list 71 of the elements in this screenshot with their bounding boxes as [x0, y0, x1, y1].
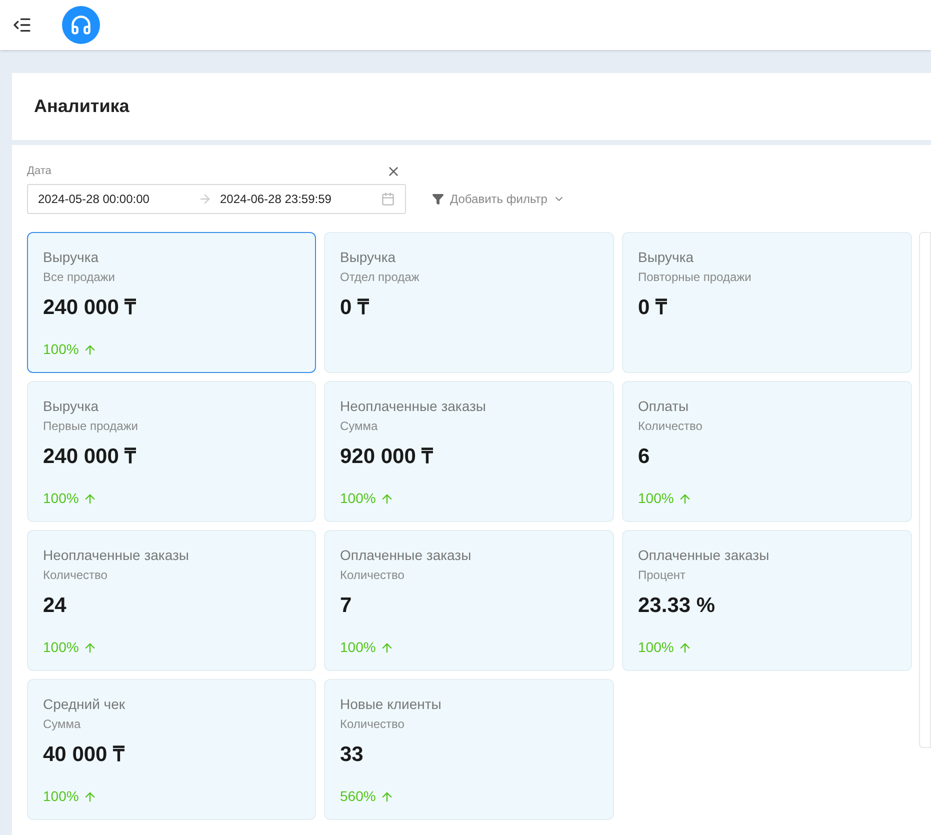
metric-card[interactable]: Выручка Отдел продаж 0 ₸	[324, 232, 614, 372]
card-value: 240 000 ₸	[43, 444, 137, 470]
card-title: Новые клиенты	[340, 694, 442, 712]
change-percent: 100%	[43, 340, 79, 359]
change-percent: 100%	[638, 489, 674, 508]
metric-card[interactable]: Новые клиенты Количество 33 560%	[324, 678, 614, 820]
up-arrow-icon	[82, 790, 97, 804]
card-subtitle: Количество	[638, 418, 704, 434]
card-value: 33	[340, 742, 364, 768]
card-title: Неоплаченные заказы	[43, 546, 190, 564]
up-arrow-icon	[82, 492, 97, 506]
card-value: 240 000 ₸	[43, 294, 137, 320]
metric-card[interactable]: Средний чек Сумма 40 000 ₸ 100%	[27, 678, 316, 820]
up-arrow-icon	[380, 492, 394, 506]
card-subtitle: Отдел продаж	[340, 268, 420, 286]
date-from: 2024-05-28 00:00:00	[38, 190, 150, 208]
card-value: 920 000 ₸	[340, 444, 434, 470]
metric-card[interactable]: Оплаченные заказы Процент 23.33 % 100%	[622, 530, 912, 670]
card-value: 40 000 ₸	[43, 742, 126, 768]
card-title: Выручка	[43, 248, 100, 266]
card-subtitle: Количество	[43, 566, 108, 584]
card-title: Оплаченные заказы	[638, 546, 770, 564]
change-percent: 100%	[638, 638, 674, 657]
change-percent: 100%	[43, 638, 79, 657]
card-title: Оплаты	[638, 396, 690, 414]
card-title: Неоплаченные заказы	[340, 396, 487, 414]
metric-card[interactable]: Выручка Все продажи 240 000 ₸ 100%	[27, 232, 316, 372]
card-title: Выручка	[340, 248, 397, 266]
card-subtitle: Количество	[340, 566, 406, 584]
change-percent: 100%	[340, 638, 376, 657]
change-percent: 100%	[43, 787, 79, 806]
card-subtitle: Количество	[340, 716, 406, 732]
up-arrow-icon	[82, 640, 97, 654]
headset-icon[interactable]	[62, 6, 100, 44]
up-arrow-icon	[678, 640, 692, 654]
card-title: Выручка	[638, 248, 695, 266]
metric-card[interactable]: Выручка Первые продажи 240 000 ₸ 100%	[27, 380, 316, 522]
add-filter-button[interactable]: Добавить фильтр	[432, 184, 566, 214]
date-label: Дата	[27, 164, 52, 179]
card-value: 23.33 %	[638, 592, 716, 618]
metric-card[interactable]: Неоплаченные заказы Количество 24 100%	[27, 530, 316, 670]
card-value: 7	[340, 592, 353, 618]
card-title: Оплаченные заказы	[340, 546, 472, 564]
metric-card[interactable]: Оплаты Количество 6 100%	[622, 380, 912, 522]
up-arrow-icon	[380, 790, 394, 804]
card-value: 6	[638, 444, 651, 470]
up-arrow-icon	[678, 492, 692, 506]
card-value: 0 ₸	[340, 294, 370, 320]
change-percent: 100%	[340, 489, 376, 508]
card-value: 24	[43, 592, 68, 618]
change-percent: 560%	[340, 787, 376, 806]
up-arrow-icon	[82, 342, 97, 356]
arrow-icon	[198, 192, 212, 206]
card-subtitle: Процент	[638, 566, 687, 584]
up-arrow-icon	[380, 640, 394, 654]
card-subtitle: Сумма	[43, 716, 82, 732]
card-value: 0 ₸	[638, 294, 668, 320]
date-range-field[interactable]: 2024-05-28 00:00:00 2024-06-28 23:59:59	[27, 184, 406, 214]
date-to: 2024-06-28 23:59:59	[220, 190, 332, 208]
card-subtitle: Первые продажи	[43, 418, 139, 434]
card-title: Средний чек	[43, 694, 126, 712]
page-title: Аналитика	[34, 95, 130, 118]
card-subtitle: Сумма	[340, 418, 379, 434]
card-title: Выручка	[43, 396, 100, 414]
filter-icon	[432, 192, 444, 204]
card-subtitle: Все продажи	[43, 268, 116, 286]
change-percent: 100%	[43, 489, 79, 508]
metric-card[interactable]: Неоплаченные заказы Сумма 920 000 ₸ 100%	[324, 380, 614, 522]
metric-card[interactable]: Выручка Повторные продажи 0 ₸	[622, 232, 912, 372]
metric-card[interactable]: Оплаченные заказы Количество 7 100%	[324, 530, 614, 670]
card-subtitle: Повторные продажи	[638, 268, 752, 286]
